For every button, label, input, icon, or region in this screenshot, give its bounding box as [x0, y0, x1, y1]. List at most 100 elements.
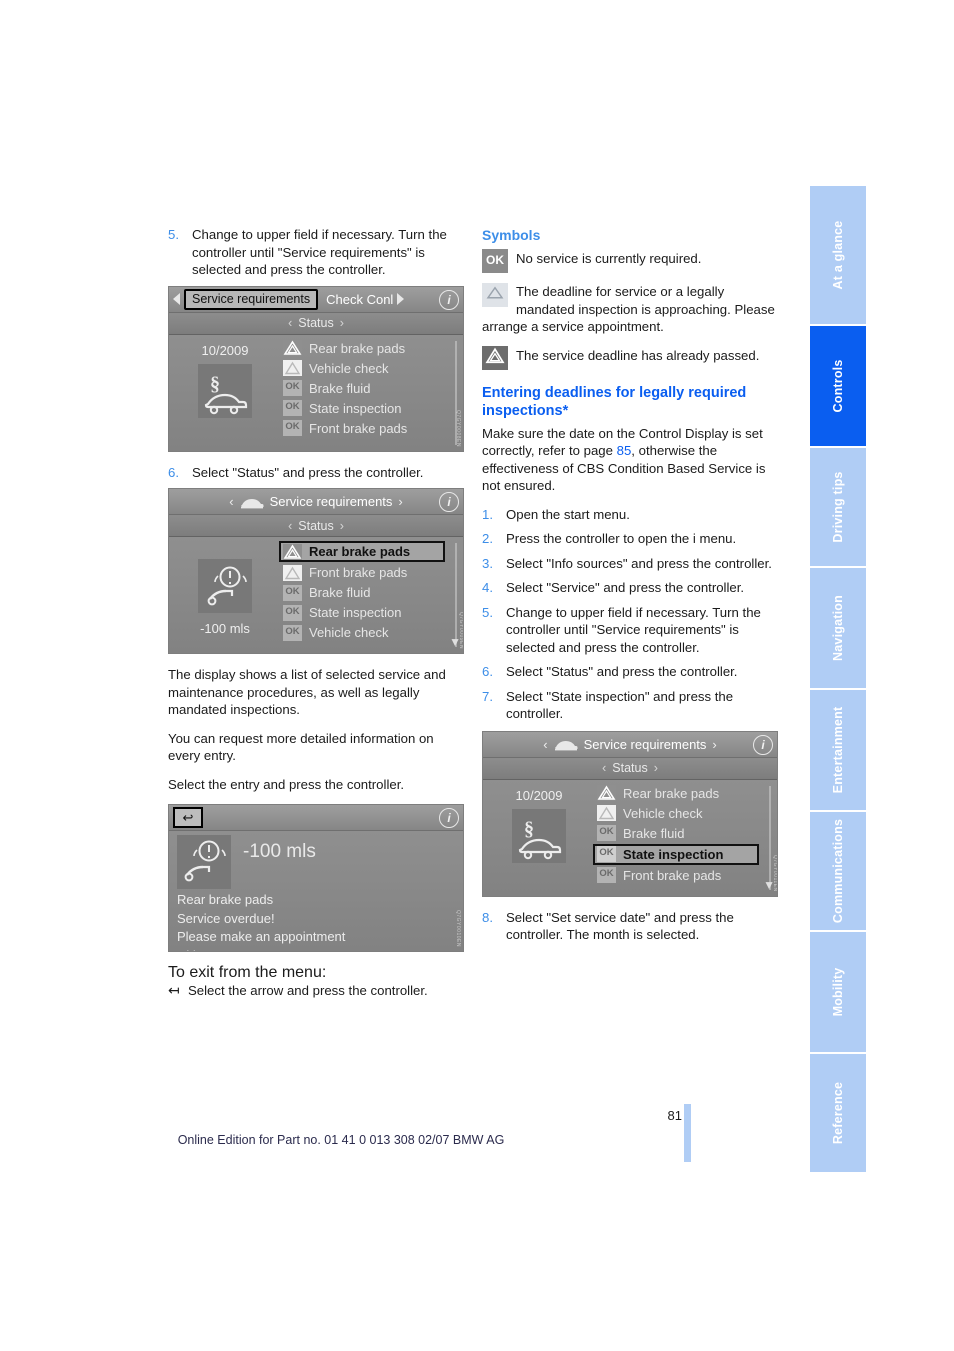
shot3-value: -100 mls	[243, 841, 316, 862]
info-icon[interactable]: i	[439, 492, 459, 512]
svg-text:§: §	[210, 373, 220, 395]
list-item[interactable]: Rear brake pads	[595, 784, 759, 803]
right-step-6: 6. Select "Status" and press the control…	[482, 663, 778, 681]
shot2-value: -100 mls	[200, 620, 250, 636]
svg-text:§: §	[524, 818, 534, 840]
list-item[interactable]: State inspection	[281, 399, 445, 418]
shot1-topbar: Service requirements Check Conl i	[169, 286, 463, 313]
left-step-6: 6. Select "Status" and press the control…	[168, 464, 464, 482]
sidebar-item-navigation[interactable]: Navigation	[810, 568, 866, 688]
sidebar-item-driving-tips[interactable]: Driving tips	[810, 448, 866, 566]
page-link[interactable]: 85	[617, 443, 632, 458]
right-step-8: 8. Select "Set service date" and press t…	[482, 909, 778, 944]
triangle-light-icon	[482, 283, 508, 307]
info-icon[interactable]: i	[439, 289, 459, 310]
scrollbar[interactable]	[455, 543, 457, 647]
status-right-caret: ›	[653, 761, 658, 775]
list-item[interactable]: Brake fluid	[595, 824, 759, 843]
step-number: 3.	[482, 555, 493, 571]
section-intro: Make sure the date on the Control Displa…	[482, 425, 778, 495]
manual-page: 5. Change to upper field if necessary. T…	[0, 0, 954, 1351]
list-item-label: Front brake pads	[623, 867, 722, 883]
step-number: 8.	[482, 909, 493, 925]
legal-inspection-icon: §	[512, 808, 566, 863]
step-number: 1.	[482, 506, 493, 522]
message-line: Service overdue!	[177, 910, 275, 926]
shot1-content: 10/2009 § Rear brake pads Vehicle check …	[169, 334, 463, 451]
sidebar-item-at-a-glance[interactable]: At a glance	[810, 186, 866, 324]
shot1-date: 10/2009	[201, 342, 249, 358]
scrollbar[interactable]	[769, 785, 771, 890]
sidebar-item-reference[interactable]: Reference	[810, 1054, 866, 1172]
shot3-topbar: ↩ i	[169, 805, 463, 831]
right-step-5: 5. Change to upper field if necessary. T…	[482, 604, 778, 657]
ok-icon	[283, 604, 302, 621]
shot4-content: 10/2009 § Rear brake pads Vehicle check …	[483, 779, 778, 896]
symbol-cell	[482, 345, 516, 370]
sidebar-item-communications[interactable]: Communications	[810, 812, 866, 930]
step-text: Open the start menu.	[506, 506, 630, 522]
step-text: Select "Info sources" and press the cont…	[506, 555, 772, 571]
ok-icon	[283, 420, 302, 436]
message-line: Please make an appointment	[177, 929, 346, 944]
image-watermark: Q7GY0009EN	[458, 612, 464, 649]
exit-instruction: ↤ Select the arrow and press the control…	[168, 982, 464, 1000]
shot2-leftpane: -100 mls	[169, 541, 281, 649]
list-item[interactable]: Vehicle check	[281, 623, 445, 642]
symbol-text: The deadline for service or a legally ma…	[482, 284, 775, 334]
step-number: 6.	[482, 664, 493, 679]
brake-pad-icon	[198, 558, 252, 613]
image-watermark: Q7GY0008EN	[455, 409, 461, 447]
list-item[interactable]: State inspection	[281, 603, 445, 622]
list-item[interactable]: Front brake pads	[281, 563, 445, 582]
step-number: 2.	[482, 531, 493, 546]
image-watermark: Q7GY0011EN	[772, 854, 778, 892]
list-item-label: Vehicle check	[309, 625, 389, 640]
back-arrow-icon[interactable]: ↩	[173, 807, 203, 828]
symbol-row-ok: No service is currently required.	[482, 249, 778, 273]
shot3-content: -100 mls Rear brake pads Service overdue…	[169, 831, 463, 951]
ok-icon	[283, 584, 302, 601]
info-icon[interactable]: i	[753, 734, 773, 755]
step-number: 5.	[482, 604, 493, 620]
side-navigation: At a glance Controls Driving tips Naviga…	[810, 186, 866, 1174]
triangle-light-icon	[283, 360, 302, 376]
idrive-screenshot-3: ↩ i -100 mls Rear brake pads Service ove…	[168, 804, 464, 952]
list-item[interactable]: Vehicle check	[595, 804, 759, 823]
sidebar-item-controls[interactable]: Controls	[810, 326, 866, 446]
sidebar-item-mobility[interactable]: Mobility	[810, 932, 866, 1052]
step-text: Press the controller to open the i menu.	[506, 531, 737, 546]
list-item[interactable]: Brake fluid	[281, 583, 445, 602]
footer-rule	[684, 1104, 691, 1162]
shot4-date: 10/2009	[515, 787, 563, 803]
idrive-screenshot-1: Service requirements Check Conl i ‹ Stat…	[168, 285, 464, 452]
sidebar-item-entertainment[interactable]: Entertainment	[810, 690, 866, 810]
list-item[interactable]: Vehicle check	[281, 359, 445, 378]
message-line: with your BMW center soon!	[177, 947, 463, 952]
info-icon[interactable]: i	[439, 808, 459, 828]
tab-check-control[interactable]: Check Conl	[326, 292, 393, 307]
back-arrow-icon: ↤	[168, 982, 180, 998]
symbol-cell	[482, 283, 508, 307]
brake-pad-icon	[177, 835, 231, 889]
symbols-heading: Symbols	[482, 227, 541, 243]
tab-service-requirements[interactable]: Service requirements	[184, 288, 319, 310]
list-item[interactable]: Front brake pads	[281, 419, 445, 438]
list-item[interactable]: Rear brake pads	[281, 339, 445, 358]
right-step-7: 7. Select "State inspection" and press t…	[482, 688, 778, 723]
shot1-leftpane: 10/2009 §	[169, 339, 281, 447]
shot4-title: Service requirements	[583, 736, 707, 752]
exit-text: Select the arrow and press the controlle…	[188, 983, 428, 998]
step-number: 6.	[168, 464, 179, 480]
list-item-label: Rear brake pads	[309, 340, 406, 356]
list-item[interactable]: Front brake pads	[595, 866, 759, 885]
right-step-4: 4. Select "Service" and press the contro…	[482, 579, 778, 597]
list-item[interactable]: Brake fluid	[281, 379, 445, 398]
list-item[interactable]: State inspection	[593, 843, 759, 865]
list-item[interactable]: Rear brake pads	[279, 541, 445, 562]
status-left-caret: ‹	[602, 761, 607, 775]
status-right-caret: ›	[339, 316, 344, 330]
ok-icon	[283, 624, 302, 641]
status-label: Status	[612, 761, 648, 775]
step-text: Change to upper field if necessary. Turn…	[192, 227, 447, 277]
